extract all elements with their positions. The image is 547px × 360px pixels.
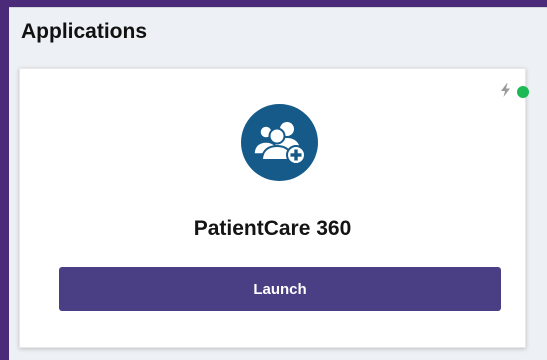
section-title: Applications [21, 20, 148, 43]
app-icon [241, 104, 318, 181]
applications-panel: Applications PatientCare 360 Launch [0, 0, 547, 360]
status-indicator [517, 86, 529, 98]
app-card: PatientCare 360 Launch [19, 68, 529, 348]
lightning-bolt-icon [501, 83, 510, 97]
panel-divider [9, 7, 547, 8]
launch-button[interactable]: Launch [59, 267, 501, 311]
app-name: PatientCare 360 [193, 217, 352, 240]
panel-top-border [0, 0, 547, 7]
panel-left-border [0, 0, 9, 360]
add-patients-icon [253, 122, 306, 165]
